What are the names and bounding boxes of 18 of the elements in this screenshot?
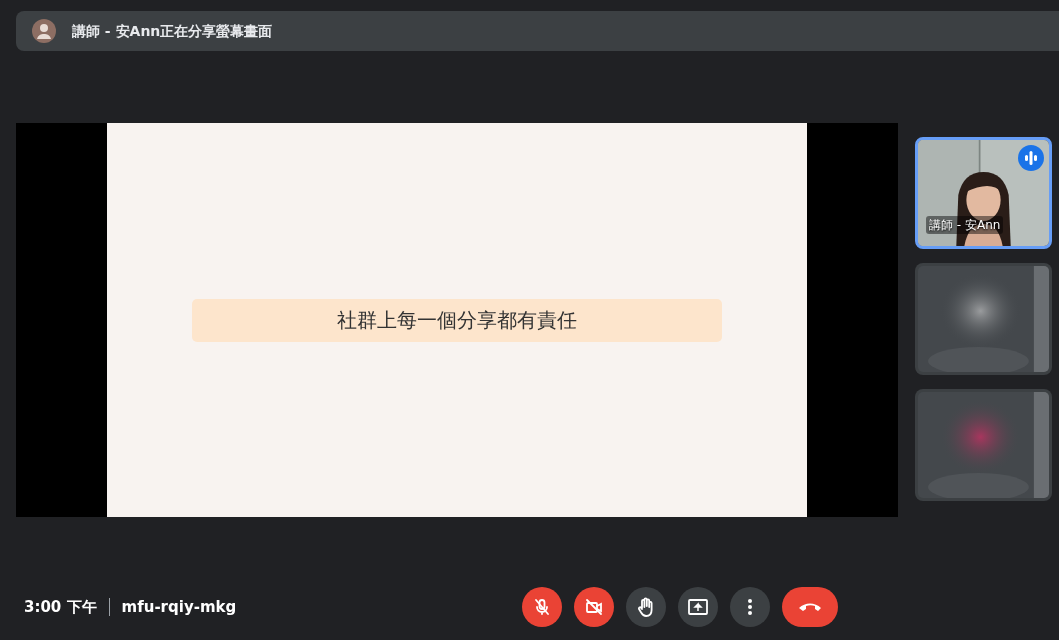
leave-call-button[interactable] — [782, 587, 838, 627]
meeting-code: mfu-rqiy-mkg — [121, 596, 237, 618]
meeting-time: 3:00 下午 — [24, 596, 97, 618]
participant-name: 講師 - 安Ann — [926, 216, 1004, 234]
present-screen-icon — [687, 597, 709, 617]
more-button[interactable] — [730, 587, 770, 627]
present-button[interactable] — [678, 587, 718, 627]
camera-off-icon — [584, 597, 604, 617]
more-icon — [747, 597, 753, 617]
hand-button[interactable] — [626, 587, 666, 627]
camera-button[interactable] — [574, 587, 614, 627]
slide-title: 社群上每一個分享都有責任 — [192, 298, 722, 342]
speaking-icon — [1018, 145, 1044, 171]
banner-text: 講師 - 安Ann正在分享螢幕畫面 — [72, 21, 273, 41]
participant-tile[interactable]: 講師 - 安Ann — [915, 137, 1052, 249]
mic-button[interactable] — [522, 587, 562, 627]
mic-off-icon — [532, 597, 552, 617]
avatar-icon — [32, 19, 56, 43]
